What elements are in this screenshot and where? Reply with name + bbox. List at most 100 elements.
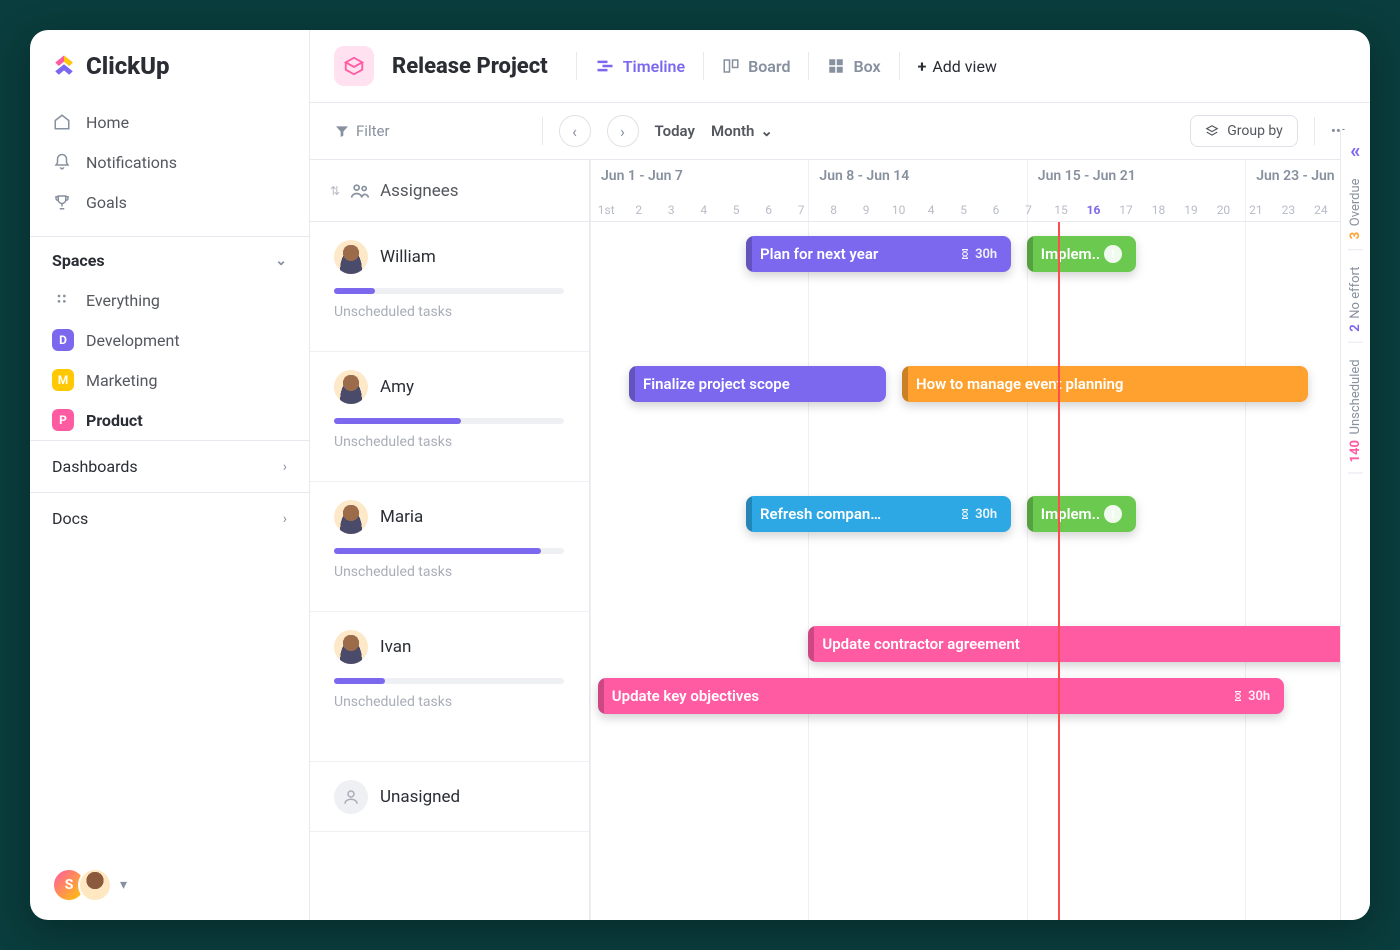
day-cell: 15 — [1045, 203, 1077, 217]
filter-button[interactable]: Filter — [334, 122, 390, 140]
today-button[interactable]: Today — [655, 122, 695, 140]
warning-icon: ! — [1104, 245, 1122, 263]
separator — [899, 52, 900, 80]
avatar[interactable] — [334, 240, 368, 274]
task-label: Update contractor agreement — [822, 635, 1019, 653]
week-label: Jun 8 - Jun 14 — [819, 168, 909, 184]
unscheduled-link[interactable]: Unscheduled tasks — [334, 434, 565, 450]
task-bar[interactable]: How to manage event planning — [902, 366, 1308, 402]
filter-icon — [334, 123, 350, 139]
task-bar[interactable]: Finalize project scope — [629, 366, 886, 402]
bars-column[interactable]: Plan for next year30h Implem..! Finalize p… — [590, 222, 1370, 920]
nav-notifications[interactable]: Notifications — [30, 142, 309, 182]
board-icon — [722, 57, 740, 75]
spaces-heading[interactable]: Spaces ⌄ — [30, 236, 309, 280]
task-bar[interactable]: Update key objectives30h — [598, 678, 1284, 714]
task-estimate: 30h — [959, 247, 997, 262]
project-title[interactable]: Release Project — [392, 54, 548, 79]
chevron-left-icon: ‹ — [572, 122, 577, 141]
day-cell: 4 — [687, 203, 719, 217]
docs-section[interactable]: Docs › — [30, 492, 309, 544]
unscheduled-label: Unscheduled — [1348, 359, 1363, 434]
separator — [1314, 117, 1315, 145]
range-select[interactable]: Month ⌄ — [711, 122, 773, 140]
assignee-row: William Unscheduled tasks — [310, 222, 589, 352]
dashboards-section[interactable]: Dashboards › — [30, 440, 309, 492]
no-effort-count: 2 — [1348, 324, 1363, 331]
space-item-marketing[interactable]: MMarketing — [30, 360, 309, 400]
today-line — [1058, 222, 1060, 920]
avatar[interactable] — [334, 370, 368, 404]
week-label: Jun 1 - Jun 7 — [601, 168, 683, 184]
task-label: Update key objectives — [612, 687, 759, 705]
nav-goals[interactable]: Goals — [30, 182, 309, 222]
rail-unscheduled[interactable]: 140 Unscheduled — [1348, 349, 1363, 473]
timeline-header: ⇅ Assignees Jun 1 - Jun 7 Jun 8 - Jun 14 J… — [310, 160, 1370, 222]
space-badge: P — [52, 409, 74, 431]
view-tab-board[interactable]: Board — [722, 57, 790, 76]
view-tab-timeline-label: Timeline — [623, 57, 685, 76]
space-badge: M — [52, 369, 74, 391]
avatar[interactable] — [334, 500, 368, 534]
overdue-count: 3 — [1348, 232, 1363, 239]
next-button[interactable]: › — [607, 115, 639, 147]
day-cell: 5 — [947, 203, 979, 217]
unscheduled-count: 140 — [1348, 440, 1363, 462]
unscheduled-link[interactable]: Unscheduled tasks — [334, 564, 565, 580]
dashboards-label: Dashboards — [52, 457, 138, 476]
task-bar[interactable]: Update contractor agreement — [808, 626, 1370, 662]
space-item-development[interactable]: D Development — [30, 320, 309, 360]
user-avatar[interactable] — [78, 868, 112, 902]
assignee-row: Unasigned — [310, 762, 589, 832]
task-label: Finalize project scope — [643, 375, 790, 393]
view-tab-box-label: Box — [853, 57, 880, 76]
nav-home[interactable]: Home — [30, 102, 309, 142]
unscheduled-link[interactable]: Unscheduled tasks — [334, 694, 565, 710]
view-tab-box[interactable]: Box — [827, 57, 880, 76]
day-cell: 5 — [720, 203, 752, 217]
timeline-icon — [595, 56, 615, 76]
grid-line — [590, 222, 591, 920]
unscheduled-link[interactable]: Unscheduled tasks — [334, 304, 565, 320]
grid-line — [808, 222, 809, 920]
space-label: Development — [86, 331, 180, 350]
space-badge: D — [52, 329, 74, 351]
day-cell: 6 — [980, 203, 1012, 217]
day-cell: 10 — [882, 203, 914, 217]
task-estimate: 30h — [959, 507, 997, 522]
overdue-label: Overdue — [1348, 178, 1363, 226]
rail-no-effort[interactable]: 2No effort — [1348, 256, 1363, 343]
progress-bar — [334, 678, 564, 684]
space-item-everything[interactable]: Everything — [30, 280, 309, 320]
day-cell: 24 — [1305, 203, 1337, 217]
layers-icon — [1205, 124, 1219, 138]
task-bar[interactable]: Implem..! — [1027, 496, 1136, 532]
warning-icon: ! — [1104, 505, 1122, 523]
assignee-row: Ivan Unscheduled tasks — [310, 612, 589, 762]
add-view-button[interactable]: + Add view — [918, 57, 997, 76]
task-bar[interactable]: Refresh compan…30h — [746, 496, 1011, 532]
project-icon[interactable] — [334, 46, 374, 86]
view-tab-timeline[interactable]: Timeline — [595, 56, 685, 76]
nav-notifications-label: Notifications — [86, 153, 177, 172]
people-icon — [350, 181, 370, 201]
avatar[interactable] — [334, 630, 368, 664]
day-cell: 16 — [1077, 203, 1109, 217]
everything-icon — [52, 289, 74, 311]
right-rail: « 3 Overdue 2No effort 140 Unscheduled — [1340, 130, 1370, 920]
collapse-rail-button[interactable]: « — [1350, 138, 1360, 162]
task-bar[interactable]: Plan for next year30h — [746, 236, 1011, 272]
progress-fill — [334, 548, 541, 554]
space-label: Everything — [86, 291, 160, 310]
assignees-column-header[interactable]: ⇅ Assignees — [310, 160, 590, 221]
day-cell: 17 — [1110, 203, 1142, 217]
group-by-button[interactable]: Group by — [1190, 115, 1298, 147]
space-item-product[interactable]: PProduct — [30, 400, 309, 440]
sidebar-footer[interactable]: S ▾ — [30, 850, 309, 920]
task-bar[interactable]: Implem..! — [1027, 236, 1136, 272]
brand[interactable]: ClickUp — [30, 30, 309, 98]
task-label: Implem.. — [1041, 505, 1100, 523]
prev-button[interactable]: ‹ — [559, 115, 591, 147]
week-label: Jun 15 - Jun 21 — [1038, 168, 1136, 184]
rail-overdue[interactable]: 3 Overdue — [1348, 168, 1363, 250]
